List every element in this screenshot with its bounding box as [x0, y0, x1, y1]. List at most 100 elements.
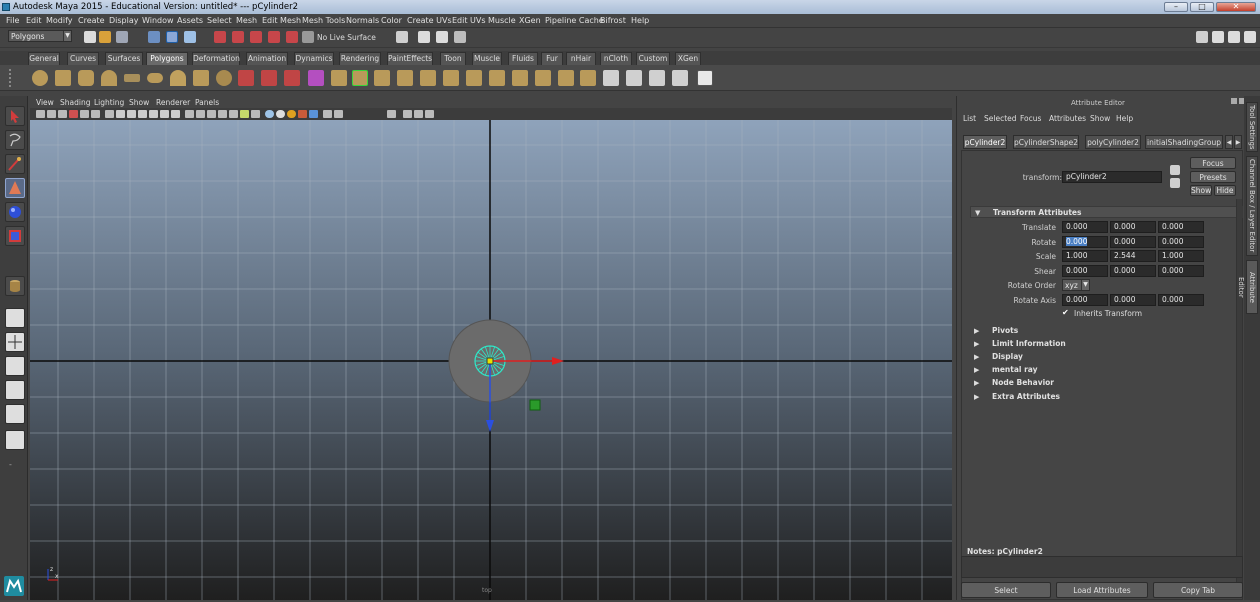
open-scene-icon[interactable]: [99, 31, 111, 43]
cylindrical-mapping-icon[interactable]: [626, 70, 642, 86]
notes-textarea[interactable]: [961, 556, 1243, 578]
persp-graph-layout-icon[interactable]: [5, 380, 25, 400]
planar-mapping-icon[interactable]: [603, 70, 619, 86]
translate-z-field[interactable]: 0.000: [1158, 221, 1204, 233]
shelf-menu-handle[interactable]: [9, 69, 21, 87]
output-connections-icon[interactable]: [1170, 178, 1180, 188]
camera-attributes-icon[interactable]: [47, 110, 56, 118]
wireframe-icon[interactable]: [196, 110, 205, 118]
tab-initialshadinggroup[interactable]: initialShadingGroup: [1145, 135, 1223, 149]
show-button[interactable]: Show: [1190, 185, 1212, 196]
panel-float-icon[interactable]: [1231, 98, 1237, 104]
limit-information-section[interactable]: ▶ Limit Information: [970, 338, 1243, 350]
maximize-button[interactable]: □: [1190, 2, 1214, 12]
motion-blur-icon[interactable]: [276, 110, 285, 118]
tab-pcylindershape2[interactable]: pCylinderShape2: [1013, 135, 1079, 149]
shelf-tab-nhair[interactable]: nHair: [566, 52, 596, 65]
toolbox-more-icon[interactable]: -: [9, 460, 19, 470]
extra-attributes-section[interactable]: ▶ Extra Attributes: [970, 391, 1243, 403]
view-transform-icon[interactable]: [403, 110, 412, 118]
attribute-editor-toggle-icon[interactable]: [1212, 31, 1224, 43]
poly-plane-icon[interactable]: [124, 74, 140, 82]
xray-joints-icon[interactable]: [323, 110, 332, 118]
minimize-button[interactable]: –: [1164, 2, 1188, 12]
lasso-tool-icon[interactable]: [5, 130, 25, 150]
triangulate-icon[interactable]: [558, 70, 574, 86]
automatic-mapping-icon[interactable]: [672, 70, 688, 86]
poly-pyramid-icon[interactable]: [170, 70, 186, 86]
menu-bifrost[interactable]: Bifrost: [600, 16, 626, 25]
x-ray-icon[interactable]: [309, 110, 318, 118]
node-behavior-section[interactable]: ▶ Node Behavior: [970, 377, 1243, 389]
side-tab-channel-box[interactable]: Channel Box / Layer Editor: [1246, 156, 1258, 256]
grid-toggle-icon[interactable]: [105, 110, 114, 118]
image-plane-icon[interactable]: [69, 110, 78, 118]
menu-pipeline-cache[interactable]: Pipeline Cache: [545, 16, 604, 25]
viewport-menu-show[interactable]: Show: [129, 98, 149, 107]
viewport-menu-lighting[interactable]: Lighting: [94, 98, 124, 107]
presets-button[interactable]: Presets: [1190, 171, 1236, 183]
select-object-icon[interactable]: [166, 31, 178, 43]
persp-uv-editor-layout-icon[interactable]: [5, 430, 25, 450]
smooth-icon[interactable]: [308, 70, 324, 86]
menu-assets[interactable]: Assets: [177, 16, 203, 25]
top-orthographic-view[interactable]: z x top: [30, 120, 952, 600]
menu-modify[interactable]: Modify: [46, 16, 73, 25]
backface-culling-icon[interactable]: [387, 110, 396, 118]
snap-grid-icon[interactable]: [214, 31, 226, 43]
tool-settings-toggle-icon[interactable]: [1228, 31, 1240, 43]
node-name-field[interactable]: pCylinder2: [1062, 171, 1162, 183]
shelf-tab-dynamics[interactable]: Dynamics: [294, 52, 334, 65]
manip-center-handle[interactable]: [486, 357, 494, 365]
ae-menu-help[interactable]: Help: [1116, 114, 1133, 123]
channel-box-toggle-icon[interactable]: [1244, 31, 1256, 43]
menu-edit-mesh[interactable]: Edit Mesh: [262, 16, 301, 25]
new-scene-icon[interactable]: [84, 31, 96, 43]
menu-color[interactable]: Color: [381, 16, 402, 25]
shelf-tab-fluids[interactable]: Fluids: [508, 52, 538, 65]
poly-cylinder-icon[interactable]: [78, 70, 94, 86]
rotate-y-field[interactable]: 0.000: [1110, 236, 1156, 248]
side-tab-tool-settings[interactable]: Tool Settings: [1246, 102, 1258, 152]
snap-view-plane-icon[interactable]: [268, 31, 280, 43]
xray-active-components-icon[interactable]: [334, 110, 343, 118]
resolution-gate-icon[interactable]: [127, 110, 136, 118]
high-quality-icon[interactable]: [425, 110, 434, 118]
poly-cone-icon[interactable]: [101, 70, 117, 86]
ambient-occlusion-icon[interactable]: [265, 110, 274, 118]
insert-edge-loop-icon[interactable]: [489, 70, 505, 86]
display-section[interactable]: ▶ Display: [970, 351, 1243, 363]
menu-help[interactable]: Help: [631, 16, 649, 25]
viewport-menu-view[interactable]: View: [36, 98, 54, 107]
shelf-tab-muscle[interactable]: Muscle: [472, 52, 502, 65]
shear-z-field[interactable]: 0.000: [1158, 265, 1204, 277]
safe-action-icon[interactable]: [160, 110, 169, 118]
rotate-axis-y-field[interactable]: 0.000: [1110, 294, 1156, 306]
anti-aliasing-icon[interactable]: [287, 110, 296, 118]
render-settings-icon[interactable]: [454, 31, 466, 43]
select-tool-icon[interactable]: [5, 106, 25, 126]
shelf-tab-animation[interactable]: Animation: [246, 52, 288, 65]
close-button[interactable]: ✕: [1216, 2, 1256, 12]
poly-sphere-icon[interactable]: [32, 70, 48, 86]
shelf-tab-toon[interactable]: Toon: [440, 52, 466, 65]
move-tool-icon[interactable]: [5, 178, 25, 198]
select-hierarchy-icon[interactable]: [148, 31, 160, 43]
save-scene-icon[interactable]: [116, 31, 128, 43]
mirror-geometry-icon[interactable]: [331, 70, 347, 86]
transform-attributes-header[interactable]: ▼ Transform Attributes: [970, 206, 1243, 218]
field-chart-icon[interactable]: [149, 110, 158, 118]
hide-button[interactable]: Hide: [1214, 185, 1236, 196]
scale-z-field[interactable]: 1.000: [1158, 250, 1204, 262]
scale-y-field[interactable]: 2.544: [1110, 250, 1156, 262]
shelf-tab-general[interactable]: General: [28, 52, 60, 65]
tab-pcylinder2[interactable]: pCylinder2: [963, 135, 1007, 149]
menu-mesh-tools[interactable]: Mesh Tools: [302, 16, 345, 25]
wireframe-on-shaded-icon[interactable]: [218, 110, 227, 118]
ae-menu-focus[interactable]: Focus: [1020, 114, 1041, 123]
menu-mesh[interactable]: Mesh: [236, 16, 257, 25]
tab-scroll-left-icon[interactable]: ◀: [1225, 135, 1233, 149]
bookmarks-icon[interactable]: [58, 110, 67, 118]
shelf-tab-polygons[interactable]: Polygons: [146, 52, 188, 65]
menu-create[interactable]: Create: [78, 16, 105, 25]
